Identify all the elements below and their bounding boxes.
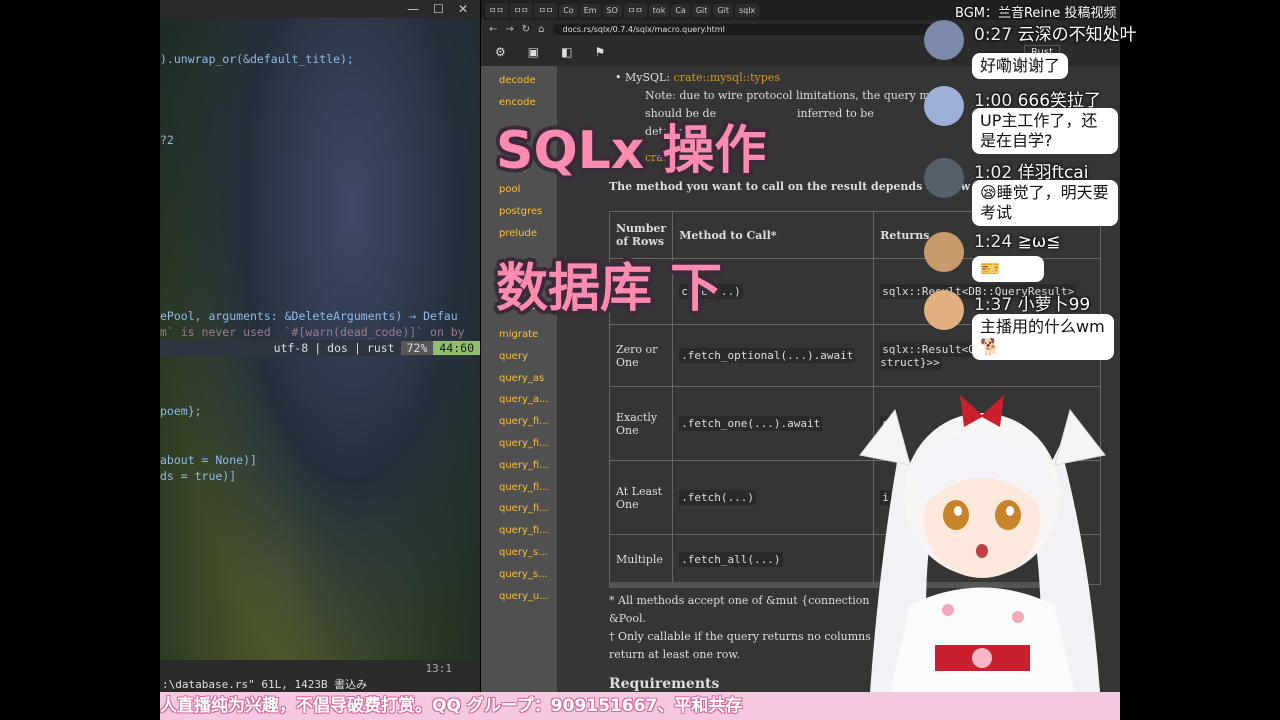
avatar xyxy=(924,20,964,60)
reload-icon[interactable]: ↻ xyxy=(522,24,530,35)
url-field[interactable]: docs.rs/sqlx/0.7.4/sqlx/macro.query.html xyxy=(552,23,933,35)
sidebar-item[interactable]: postgres xyxy=(481,201,557,223)
crate-icon[interactable]: ▣ xyxy=(528,45,539,59)
avatar xyxy=(924,232,964,272)
stream-ticker: 人直播纯为兴趣，不倡导破费打赏。QQ グループ：909151667、平和共存 xyxy=(160,692,1120,720)
scroll-percent: 72% xyxy=(400,341,434,355)
sidebar-macro[interactable]: query_s... xyxy=(481,542,557,564)
chat-bubble: 🎫 xyxy=(972,256,1044,282)
browser-tab-active[interactable]: sqlx xyxy=(734,3,760,17)
sidebar-macro[interactable]: query_a... xyxy=(481,389,557,411)
browser-tab[interactable]: Git xyxy=(713,3,733,17)
cursor-position: 44:60 xyxy=(433,341,480,355)
note-text: Note: due to wire protocol limitations, … xyxy=(645,89,943,102)
avatar xyxy=(924,290,964,330)
browser-tab[interactable]: ㅁㅁ xyxy=(623,2,647,18)
home-icon[interactable]: ⌂ xyxy=(538,24,544,35)
chat-bubble: UP主工作了，还是在自学? xyxy=(972,108,1118,154)
browser-tab[interactable]: Em xyxy=(579,3,601,17)
footnote: * All methods accept one of &mut {connec… xyxy=(609,594,870,607)
code-line: about = None)] xyxy=(160,453,257,467)
editor-titlebar: — ☐ ✕ xyxy=(160,0,480,18)
footnote: return at least one row. xyxy=(609,648,740,661)
editor-status-bar: utf-8 | dos | rust 72% 44:60 xyxy=(160,340,480,356)
code-line: poem}; xyxy=(160,404,202,418)
sidebar-macro[interactable]: query_u... xyxy=(481,586,557,608)
browser-tab[interactable]: Co xyxy=(559,3,578,17)
chat-bubble: 好嘞谢谢了 xyxy=(972,53,1069,79)
requirements-heading: Requirements xyxy=(609,676,720,692)
browser-tab[interactable]: Ca xyxy=(671,3,690,17)
sidebar-item[interactable]: decode xyxy=(481,70,557,92)
code-editor[interactable]: — ☐ ✕ ).unwrap_or(&default_title); ?2 eP… xyxy=(160,0,480,692)
sidebar-macro[interactable]: query_fi... xyxy=(481,498,557,520)
avatar xyxy=(924,86,964,126)
video-title-line2: 数据库 下 xyxy=(496,259,723,319)
right-letterbox xyxy=(1120,0,1280,720)
sidebar-macro[interactable]: query_fi... xyxy=(481,433,557,455)
back-icon[interactable]: ← xyxy=(489,24,497,35)
chat-username: ≧ω≦ xyxy=(1017,232,1061,252)
sidebar-macro[interactable]: query_s... xyxy=(481,564,557,586)
sidebar-macro[interactable]: query_fi... xyxy=(481,455,557,477)
avatar xyxy=(924,158,964,198)
docs-logo-icon[interactable]: ⚙ xyxy=(495,45,506,59)
browser-tab[interactable]: Git xyxy=(691,3,712,17)
browser-tab[interactable]: ㅁㅁ xyxy=(485,2,508,18)
browser-tab[interactable]: ㅁㅁ xyxy=(534,2,558,18)
vtuber-avatar-illustration xyxy=(859,395,1106,692)
chat-bubble: 😪睡觉了，明天要考试 xyxy=(972,180,1118,226)
cursor-position-secondary: 13:1 xyxy=(425,662,453,675)
encoding-label: utf-8 xyxy=(273,341,309,355)
forward-icon[interactable]: → xyxy=(505,24,513,35)
editor-command-line: 13:1 :\database.rs" 61L, 1423B 書込み xyxy=(160,660,480,692)
sidebar-macro[interactable]: query_as xyxy=(481,368,557,390)
filetype-label: rust xyxy=(366,341,395,355)
code-line: ePool, arguments: &DeleteArguments) → De… xyxy=(160,309,458,323)
sidebar-macro[interactable]: query_fi... xyxy=(481,520,557,542)
close-icon[interactable]: ✕ xyxy=(458,2,468,16)
code-line: ?2 xyxy=(160,133,174,147)
chat-username: 小萝卜99 xyxy=(1017,295,1091,315)
left-letterbox xyxy=(0,0,160,720)
code-line: ).unwrap_or(&default_title); xyxy=(160,52,354,66)
sidebar-macro[interactable]: query_fi... xyxy=(481,411,557,433)
bgm-label: BGM：兰音Reine 投稿视频 xyxy=(955,6,1117,21)
note-text: inferred to be xyxy=(797,107,874,120)
mysql-types-link[interactable]: crate::mysql::types xyxy=(674,71,780,84)
code-warning-line: m` is never used `#[warn(dead_code)]` on… xyxy=(160,325,465,339)
sidebar-macro[interactable]: query_fi... xyxy=(481,477,557,499)
browser-tab[interactable]: tok xyxy=(648,3,670,17)
bullet-mysql: • MySQL: crate::mysql::types xyxy=(615,71,780,84)
file-info: :\database.rs" 61L, 1423B 書込み xyxy=(162,678,368,691)
code-line: ds = true)] xyxy=(160,469,237,483)
footnote: &Pool. xyxy=(609,612,647,625)
source-icon[interactable]: ◧ xyxy=(561,45,572,59)
video-title-line1: SQLx 操作 xyxy=(496,121,767,181)
minimize-icon[interactable]: — xyxy=(407,2,419,16)
browser-tab[interactable]: ㅁㅁ xyxy=(509,2,533,18)
chat-username: 云深の不知处叶 xyxy=(1017,25,1137,45)
footnote: † Only callable if the query returns no … xyxy=(609,630,871,643)
sidebar-macro[interactable]: query xyxy=(481,346,557,368)
bookmark-icon[interactable]: ⚑ xyxy=(594,45,605,59)
chat-bubble: 主播用的什么wm🐕 xyxy=(972,314,1114,360)
sidebar-item[interactable]: prelude xyxy=(481,223,557,245)
browser-tab[interactable]: SO xyxy=(602,3,622,17)
sidebar-macro[interactable]: migrate xyxy=(481,324,557,346)
line-ending-label: dos xyxy=(327,341,348,355)
maximize-icon[interactable]: ☐ xyxy=(433,2,444,16)
